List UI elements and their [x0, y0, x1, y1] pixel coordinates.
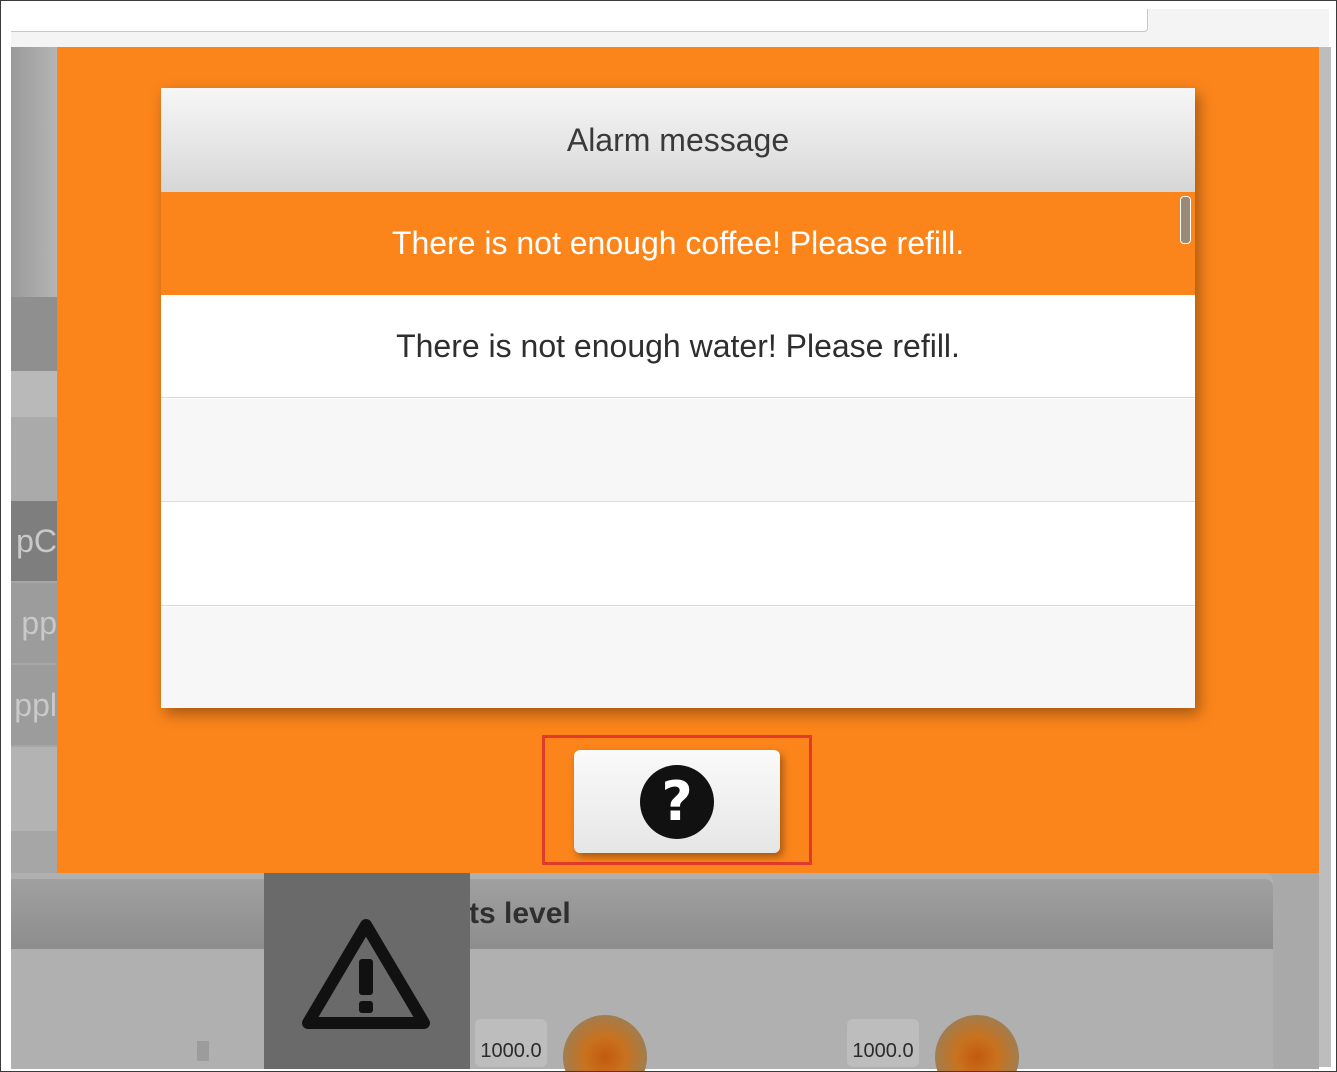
background-block — [11, 747, 57, 831]
alarm-row[interactable]: There is not enough water! Please refill… — [161, 295, 1195, 398]
alarm-row-empty[interactable] — [161, 503, 1195, 606]
screenshot-frame: pC pp ppl Alarm message There is not eno… — [0, 0, 1337, 1072]
value-display: 1000.0 — [847, 1019, 919, 1067]
background-tab: pp — [11, 583, 57, 663]
background-block — [11, 371, 57, 417]
alarm-row-empty[interactable] — [161, 399, 1195, 502]
background-block — [11, 417, 57, 501]
background-tab: ppl — [11, 665, 57, 745]
alarm-row-selected[interactable]: There is not enough coffee! Please refil… — [161, 192, 1195, 295]
alarm-list-scrollbar[interactable] — [1180, 196, 1191, 244]
background-block — [11, 47, 57, 297]
alarm-row-text: There is not enough coffee! Please refil… — [391, 225, 965, 261]
background-tab: pC — [11, 501, 57, 581]
alarm-dialog-header: Alarm message — [161, 88, 1195, 193]
background-panel-area: ts level 1000.0 1000.0 — [11, 873, 1319, 1071]
background-right-strip — [1319, 47, 1331, 1067]
background-mark — [197, 1041, 209, 1061]
level-knob — [563, 1015, 647, 1071]
background-panel-title: ts level — [469, 897, 571, 930]
warning-tile[interactable] — [264, 873, 470, 1069]
warning-triangle-icon — [302, 919, 430, 1029]
help-button[interactable]: ? — [574, 750, 780, 853]
background-block — [11, 297, 57, 371]
alarm-dialog: Alarm message There is not enough coffee… — [161, 88, 1195, 708]
alarm-row-empty[interactable] — [161, 607, 1195, 708]
question-circle-icon: ? — [640, 764, 714, 839]
value-display: 1000.0 — [475, 1019, 547, 1067]
background-panel-header: ts level — [11, 879, 1273, 949]
alarm-row-text: There is not enough water! Please refill… — [396, 327, 960, 364]
address-area — [11, 9, 1148, 32]
background-panel: ts level 1000.0 1000.0 — [11, 873, 1273, 1071]
level-knob — [935, 1015, 1019, 1071]
browser-top-strip — [11, 9, 1329, 47]
alarm-dialog-title: Alarm message — [566, 121, 790, 158]
